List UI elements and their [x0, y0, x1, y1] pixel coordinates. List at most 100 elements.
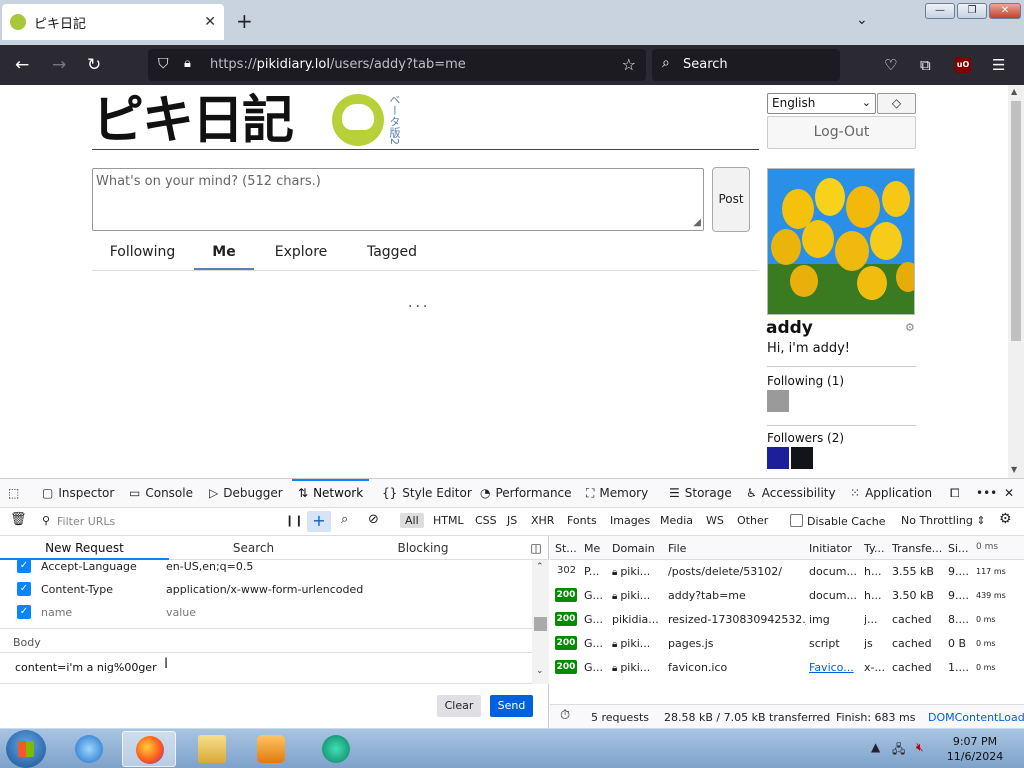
follower-avatar[interactable] — [767, 447, 789, 469]
column-waterfall[interactable]: 0 ms — [976, 542, 998, 552]
devtools-close-icon[interactable]: ✕ — [1004, 479, 1014, 508]
table-row[interactable]: 200 G... 🔒︎ piki... favicon.ico Favico...… — [550, 656, 1024, 680]
new-tab-button[interactable]: + — [236, 11, 253, 31]
column-domain[interactable]: Domain — [612, 542, 655, 555]
tab-me[interactable]: Me — [194, 235, 254, 270]
header-enabled-checkbox[interactable]: ✓ — [17, 605, 31, 619]
column-initiator[interactable]: Initiator — [809, 542, 852, 555]
header-enabled-checkbox[interactable]: ✓ — [17, 559, 31, 573]
post-composer-textarea[interactable]: What's on your mind? (512 chars.) ◢ — [92, 168, 704, 231]
search-bar[interactable]: ⌕ Search — [652, 49, 840, 81]
browser-tab-active[interactable]: ピキ日記 ✕ — [2, 4, 224, 40]
tab-storage[interactable]: ☰ Storage — [669, 479, 732, 508]
tab-performance[interactable]: ◔ Performance — [480, 479, 572, 508]
gear-icon[interactable]: ⚙ — [905, 321, 915, 334]
column-size[interactable]: Si... — [948, 542, 969, 555]
tab-debugger[interactable]: ▷ Debugger — [209, 479, 283, 508]
padlock-icon[interactable]: 🔒︎ — [184, 56, 191, 71]
scrollbar-thumb[interactable] — [1011, 101, 1021, 341]
tab-application[interactable]: ⁙ Application — [850, 479, 932, 508]
profile-avatar[interactable] — [767, 168, 915, 315]
column-type[interactable]: Ty... — [864, 542, 884, 555]
header-name[interactable]: Accept-Language — [41, 560, 137, 573]
new-header-value-input[interactable]: value — [166, 606, 196, 619]
tab-following[interactable]: Following — [92, 235, 193, 270]
taskbar-internet-explorer[interactable] — [62, 731, 116, 767]
url-bar[interactable]: ⛉ 🔒︎ https://pikidiary.lol/users/addy?ta… — [148, 49, 646, 81]
filter-xhr[interactable]: XHR — [531, 514, 554, 527]
disable-cache-checkbox[interactable]: Disable Cache — [790, 514, 886, 528]
taskbar-firefox[interactable] — [122, 731, 176, 767]
followers-count-label[interactable]: Followers (2) — [767, 431, 844, 445]
column-status[interactable]: St... — [555, 542, 577, 555]
language-select[interactable]: English ⌄ — [767, 93, 876, 114]
extensions-icon[interactable]: ⧉ — [920, 55, 931, 75]
volume-muted-icon[interactable]: 🔇︎ — [916, 740, 924, 755]
following-avatar[interactable] — [767, 390, 789, 412]
page-scrollbar[interactable]: ▲ ▼ — [1008, 85, 1024, 478]
trash-icon[interactable]: 🗑︎ — [10, 512, 27, 527]
table-row[interactable]: 302 P... 🔒︎ piki... /posts/delete/53102/ … — [550, 560, 1024, 584]
filter-js[interactable]: JS — [507, 514, 517, 527]
logout-button[interactable]: Log-Out — [767, 116, 916, 149]
window-close-button[interactable]: ✕ — [989, 3, 1021, 19]
filter-media[interactable]: Media — [660, 514, 693, 527]
new-request-scrollbar[interactable]: ⌃ ⌄ — [532, 560, 549, 684]
filter-ws[interactable]: WS — [706, 514, 724, 527]
header-name[interactable]: Content-Type — [41, 583, 113, 596]
header-enabled-checkbox[interactable]: ✓ — [17, 582, 31, 596]
column-method[interactable]: Me — [584, 542, 600, 555]
tab-inspector[interactable]: ▢ Inspector — [42, 479, 114, 508]
header-value[interactable]: en-US,en;q=0.5 — [166, 560, 253, 573]
ublock-origin-icon[interactable]: uO — [955, 57, 971, 73]
reload-icon[interactable]: ↻ — [87, 55, 101, 75]
table-row[interactable]: 200 G... 🔒︎ piki... addy?tab=me docum... … — [550, 584, 1024, 608]
taskbar-app[interactable] — [309, 731, 363, 767]
scroll-down-icon[interactable]: ⌄ — [536, 666, 544, 676]
new-request-plus-icon[interactable]: + — [307, 511, 331, 532]
initiator-link[interactable]: Favico... — [809, 661, 854, 674]
filter-html[interactable]: HTML — [433, 514, 464, 527]
theme-toggle-button[interactable]: ◇ — [877, 93, 916, 114]
stopwatch-icon[interactable]: ⏱ — [560, 708, 570, 723]
filter-fonts[interactable]: Fonts — [567, 514, 597, 527]
site-logo[interactable]: ピキ日記 ベータ版2 — [92, 92, 402, 150]
network-tray-icon[interactable]: 🖧︎ — [892, 740, 905, 761]
more-options-icon[interactable]: ••• — [976, 479, 997, 508]
clear-button[interactable]: Clear — [437, 695, 481, 717]
tab-close-icon[interactable]: ✕ — [204, 14, 216, 30]
start-button[interactable] — [6, 730, 46, 768]
bookmark-star-icon[interactable]: ☆ — [622, 55, 636, 74]
scroll-up-icon[interactable]: ▲ — [1011, 87, 1017, 96]
pause-icon[interactable]: ❙❙ — [285, 514, 303, 527]
header-value[interactable]: application/x-www-form-urlencoded — [166, 583, 363, 596]
filter-urls-input[interactable]: Filter URLs — [57, 515, 115, 528]
tab-tagged[interactable]: Tagged — [352, 235, 432, 270]
scrollbar-thumb[interactable] — [534, 617, 547, 631]
taskbar-media-player[interactable] — [244, 731, 298, 767]
column-transferred[interactable]: Transfe... — [892, 542, 942, 555]
follower-avatar[interactable] — [791, 447, 813, 469]
element-picker-icon[interactable]: ⬚ — [8, 479, 19, 508]
throttling-select[interactable]: No Throttling ⇕ — [901, 514, 986, 527]
dock-toggle-icon[interactable]: ⧠ — [950, 479, 960, 508]
request-body-textarea[interactable]: content=i'm a nig%00ger — [15, 661, 157, 674]
filter-css[interactable]: CSS — [475, 514, 497, 527]
taskbar-clock[interactable]: 9:07 PM 11/6/2024 — [940, 734, 1010, 764]
tracking-shield-icon[interactable]: ⛉ — [158, 56, 169, 72]
post-button[interactable]: Post — [712, 167, 750, 232]
tray-expand-icon[interactable]: ▲ — [871, 740, 880, 754]
column-file[interactable]: File — [668, 542, 686, 555]
tab-memory[interactable]: ⛶ Memory — [586, 479, 648, 508]
scroll-up-icon[interactable]: ⌃ — [536, 562, 544, 572]
filter-images[interactable]: Images — [610, 514, 650, 527]
filter-other[interactable]: Other — [737, 514, 768, 527]
forward-arrow-icon[interactable]: → — [52, 55, 66, 75]
scroll-down-icon[interactable]: ▼ — [1011, 465, 1017, 474]
network-settings-gear-icon[interactable]: ⚙ — [999, 511, 1012, 527]
menu-hamburger-icon[interactable]: ☰ — [992, 55, 1005, 75]
tab-style-editor[interactable]: {} Style Editor — [382, 479, 472, 508]
maximize-button[interactable]: ❐ — [957, 3, 987, 19]
table-row[interactable]: 200 G... pikidia... resized-173083094253… — [550, 608, 1024, 632]
new-header-name-input[interactable]: name — [41, 606, 72, 619]
